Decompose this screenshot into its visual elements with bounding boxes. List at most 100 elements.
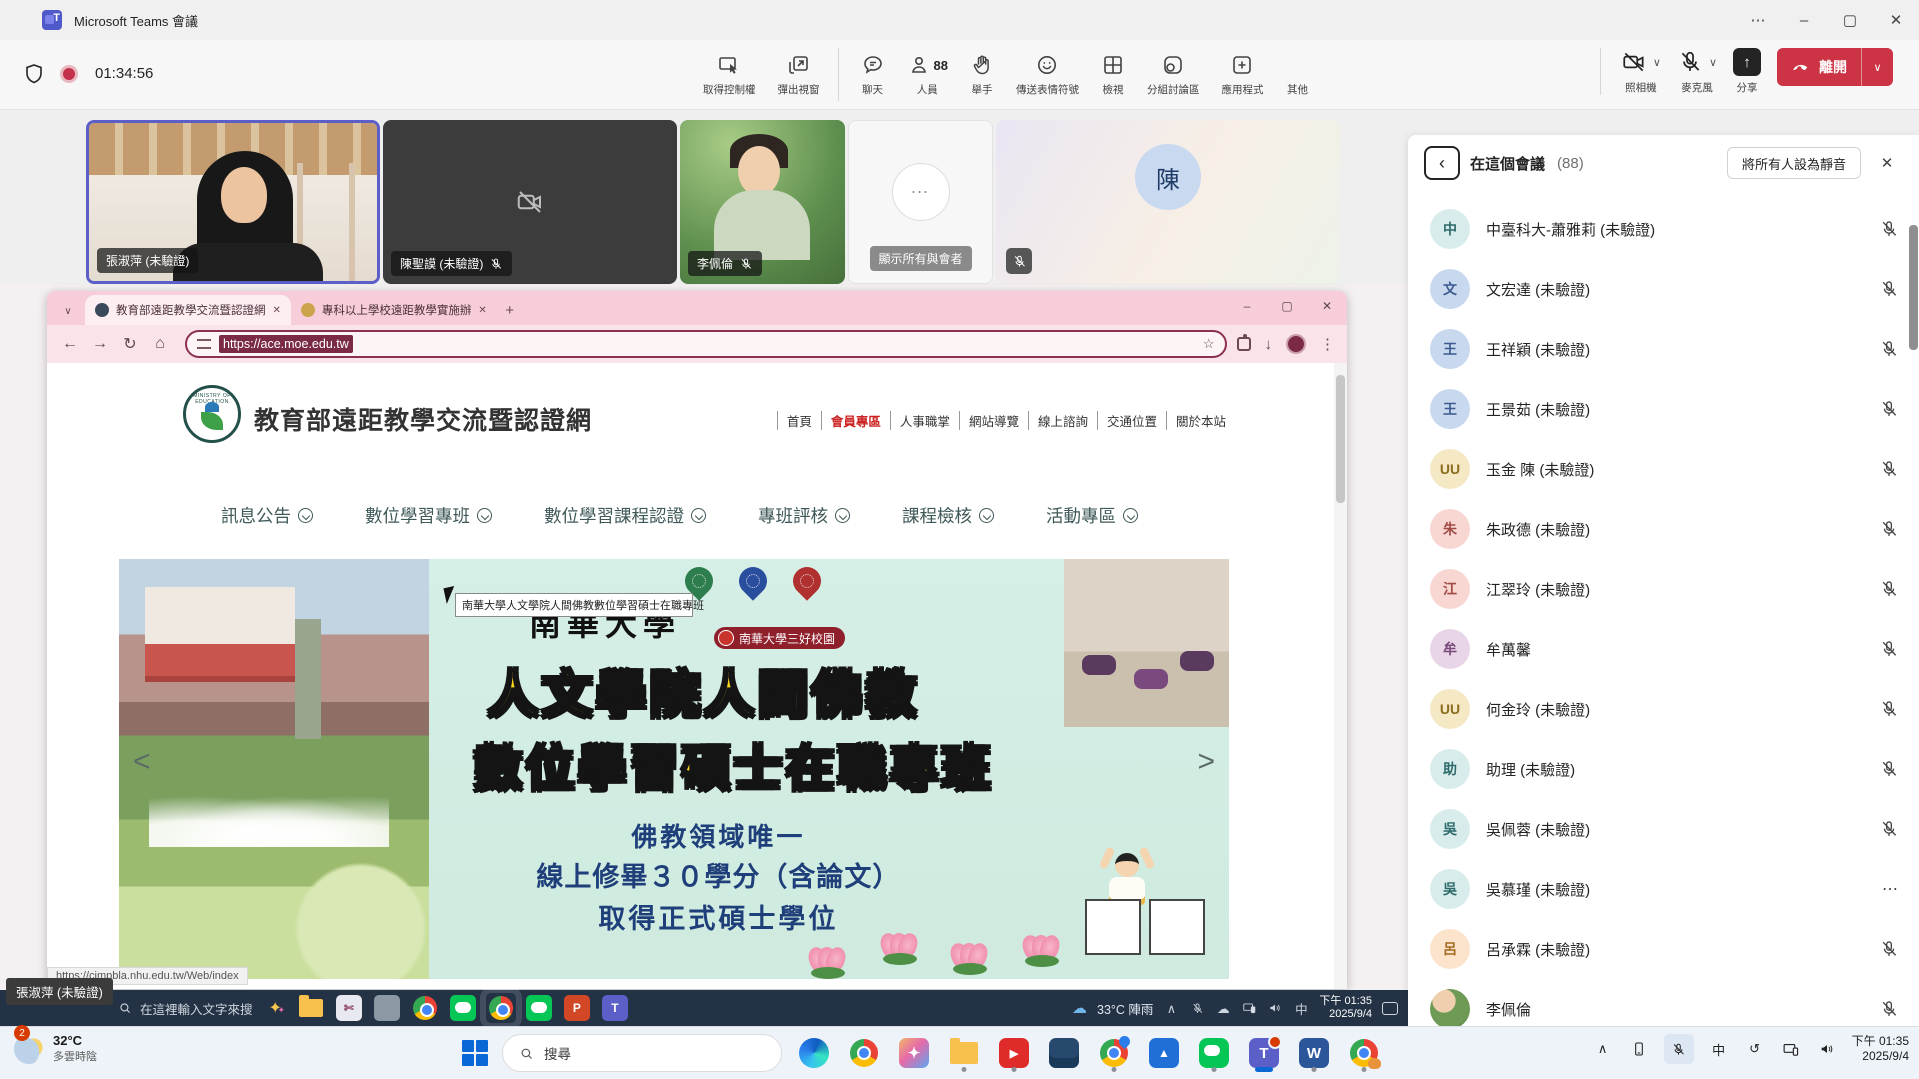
scrollbar-thumb[interactable] bbox=[1336, 375, 1345, 503]
line-app-icon[interactable] bbox=[526, 995, 552, 1021]
toolbar-button[interactable]: 傳送表情符號 bbox=[1008, 48, 1087, 101]
participant-row[interactable]: UU 玉金 陳 (未驗證) ⋯ bbox=[1408, 439, 1919, 499]
camera-chevron-icon[interactable]: ∨ bbox=[1653, 56, 1661, 69]
chrome-app-icon[interactable] bbox=[1346, 1034, 1382, 1072]
toolbar-button[interactable]: 彈出視窗 bbox=[770, 48, 839, 101]
toolbar-button[interactable]: 其他 bbox=[1277, 48, 1317, 101]
tab-search-button[interactable]: ∨ bbox=[55, 299, 81, 323]
video-tile-camera-off[interactable]: 陳聖謨 (未驗證) bbox=[383, 120, 677, 284]
toolbar-button[interactable]: 取得控制權 bbox=[695, 48, 764, 101]
show-all-participants-tile[interactable]: ⋯ 顯示所有與會者 bbox=[848, 120, 993, 284]
cast-monitor-icon[interactable] bbox=[1780, 1034, 1802, 1064]
tray-mic-off-icon[interactable] bbox=[1664, 1034, 1694, 1064]
sync-icon[interactable]: ↺ bbox=[1744, 1034, 1766, 1064]
browser-tab-active[interactable]: 教育部遠距教學交流暨認證網 ✕ bbox=[85, 295, 291, 325]
nav-item[interactable]: 活動專區 bbox=[1046, 503, 1138, 528]
video-tile-avatar[interactable]: 陳 bbox=[996, 120, 1340, 284]
word-icon[interactable]: W bbox=[1296, 1034, 1332, 1072]
top-link[interactable]: 線上諮詢 bbox=[1028, 411, 1097, 430]
maximize-button[interactable]: ▢ bbox=[1827, 0, 1873, 40]
participant-row[interactable]: 助 助理 (未驗證) ⋯ bbox=[1408, 739, 1919, 799]
participant-row[interactable]: 王 王祥穎 (未驗證) ⋯ bbox=[1408, 319, 1919, 379]
toolbar-button[interactable]: 應用程式 bbox=[1213, 48, 1271, 101]
line-app-icon[interactable] bbox=[1196, 1034, 1232, 1072]
participant-row[interactable]: 牟 牟萬馨 ⋯ bbox=[1408, 619, 1919, 679]
copilot-icon[interactable]: ✦ bbox=[896, 1034, 932, 1072]
nav-item[interactable]: 課程檢核 bbox=[902, 503, 994, 528]
teams-icon[interactable]: T bbox=[602, 995, 628, 1021]
file-explorer-icon[interactable] bbox=[298, 995, 324, 1021]
presenter-weather[interactable]: 33°C 陣雨 bbox=[1097, 999, 1153, 1018]
taskbar-search[interactable]: 搜尋 bbox=[502, 1034, 782, 1072]
file-explorer-icon[interactable] bbox=[946, 1034, 982, 1072]
participant-action[interactable]: ⋯ bbox=[1879, 579, 1899, 599]
address-bar[interactable]: https://ace.moe.edu.tw ☆ bbox=[185, 330, 1227, 358]
bookmark-star-icon[interactable]: ☆ bbox=[1203, 336, 1215, 352]
close-button[interactable]: ✕ bbox=[1873, 0, 1919, 40]
home-button[interactable]: ⌂ bbox=[145, 329, 175, 359]
participant-action[interactable]: ⋯ bbox=[1879, 459, 1899, 479]
participant-action[interactable]: ⋯ bbox=[1879, 219, 1899, 239]
browser-maximize-button[interactable]: ▢ bbox=[1267, 291, 1307, 321]
participant-action[interactable]: ⋯ bbox=[1879, 819, 1899, 839]
reload-button[interactable]: ↻ bbox=[115, 329, 145, 359]
snipping-tool-icon[interactable]: ✄ bbox=[336, 995, 362, 1021]
minimize-button[interactable]: – bbox=[1781, 0, 1827, 40]
participant-action[interactable]: ⋯ bbox=[1879, 699, 1899, 719]
participant-row[interactable]: 呂 呂承霖 (未驗證) ⋯ bbox=[1408, 919, 1919, 979]
chrome-icon[interactable] bbox=[412, 995, 438, 1021]
forward-button[interactable]: → bbox=[85, 329, 115, 359]
tray-chat-icon[interactable] bbox=[1382, 1002, 1398, 1015]
top-link[interactable]: 會員專區 bbox=[821, 411, 890, 430]
microphone-button[interactable]: ∨ 麥克風 bbox=[1677, 48, 1717, 95]
extensions-icon[interactable] bbox=[1237, 337, 1251, 351]
participant-action[interactable]: ⋯ bbox=[1879, 279, 1899, 299]
participant-action[interactable]: ⋯ bbox=[1882, 879, 1899, 899]
tab-close-icon[interactable]: ✕ bbox=[273, 305, 281, 316]
back-button[interactable]: ← bbox=[55, 329, 85, 359]
site-settings-icon[interactable] bbox=[197, 339, 211, 349]
titlebar-more-button[interactable]: ⋯ bbox=[1735, 0, 1781, 40]
mic-chevron-icon[interactable]: ∨ bbox=[1709, 56, 1717, 69]
toolbar-button[interactable]: 舉手 bbox=[962, 48, 1002, 101]
toolbar-button[interactable]: 分組討論區 bbox=[1139, 48, 1208, 101]
chrome-profile-icon[interactable] bbox=[1096, 1034, 1132, 1072]
participant-row[interactable]: UU 何金玲 (未驗證) ⋯ bbox=[1408, 679, 1919, 739]
taskbar-clock[interactable]: 下午 01:35 2025/9/4 bbox=[1852, 1034, 1909, 1064]
browser-tab[interactable]: 專科以上學校遠距教學實施辦 ✕ bbox=[291, 295, 497, 325]
participant-action[interactable]: ⋯ bbox=[1879, 939, 1899, 959]
phone-link-icon[interactable] bbox=[1628, 1034, 1650, 1064]
mute-all-button[interactable]: 將所有人設為靜音 bbox=[1727, 147, 1861, 179]
top-link[interactable]: 交通位置 bbox=[1097, 411, 1166, 430]
nav-item[interactable]: 數位學習專班 bbox=[365, 503, 492, 528]
teams-icon[interactable]: T bbox=[1246, 1034, 1282, 1072]
tray-monitor-icon[interactable] bbox=[1241, 1000, 1257, 1016]
ime-indicator[interactable]: 中 bbox=[1708, 1034, 1730, 1064]
nav-item[interactable]: 專班評核 bbox=[758, 503, 850, 528]
participant-action[interactable]: ⋯ bbox=[1879, 399, 1899, 419]
participant-action[interactable]: ⋯ bbox=[1879, 339, 1899, 359]
presenter-search-box[interactable]: 在這裡輸入文字來搜 bbox=[118, 999, 253, 1018]
nav-item[interactable]: 訊息公告 bbox=[221, 503, 313, 528]
presenter-clock[interactable]: 下午 01:35 2025/9/4 bbox=[1319, 995, 1372, 1021]
carousel-prev-button[interactable]: < bbox=[133, 745, 151, 779]
top-link[interactable]: 人事職掌 bbox=[890, 411, 959, 430]
toolbar-button[interactable]: 檢視 bbox=[1093, 48, 1133, 101]
video-tile-active-speaker[interactable]: 張淑萍 (未驗證) bbox=[86, 120, 380, 284]
notebook-app-icon[interactable] bbox=[374, 995, 400, 1021]
tray-speaker-icon[interactable] bbox=[1267, 1000, 1283, 1016]
chrome-active-icon[interactable] bbox=[488, 995, 514, 1021]
participant-row[interactable]: 吳 吳慕瑾 (未驗證) ⋯ bbox=[1408, 859, 1919, 919]
participant-action[interactable]: ⋯ bbox=[1879, 519, 1899, 539]
browser-menu-icon[interactable]: ⋮ bbox=[1320, 335, 1335, 353]
toolbar-button[interactable]: 聊天 bbox=[853, 48, 893, 101]
url-text[interactable]: https://ace.moe.edu.tw bbox=[219, 335, 353, 353]
start-button[interactable] bbox=[462, 1040, 488, 1066]
tab-close-icon[interactable]: ✕ bbox=[478, 305, 486, 316]
participant-row[interactable]: 江 江翠玲 (未驗證) ⋯ bbox=[1408, 559, 1919, 619]
panel-back-button[interactable]: ‹ bbox=[1424, 146, 1460, 180]
participant-action[interactable]: ⋯ bbox=[1879, 759, 1899, 779]
powerpoint-icon[interactable]: P bbox=[564, 995, 590, 1021]
chrome-icon[interactable] bbox=[846, 1034, 882, 1072]
participant-row[interactable]: 中 中臺科大-蕭雅莉 (未驗證) ⋯ bbox=[1408, 199, 1919, 259]
